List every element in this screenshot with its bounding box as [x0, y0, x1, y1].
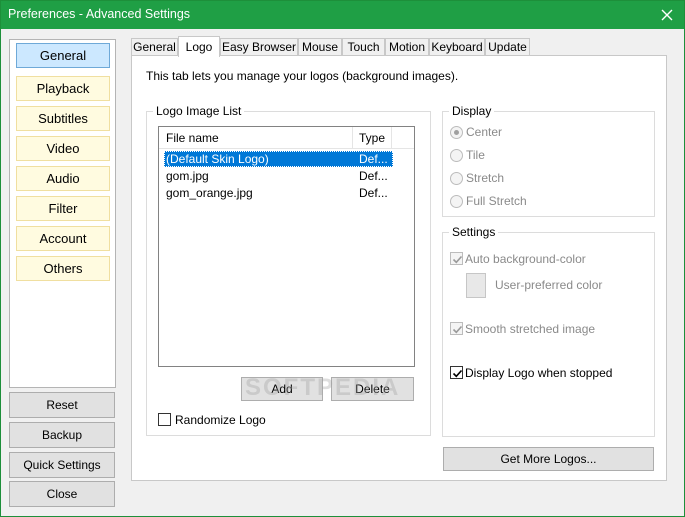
- sidebar-item-subtitles[interactable]: Subtitles: [16, 106, 110, 131]
- smooth-stretched-image-checkbox[interactable]: [450, 322, 463, 335]
- file-type: Def...: [359, 169, 388, 183]
- sidebar-item-video[interactable]: Video: [16, 136, 110, 161]
- stretch-radio[interactable]: [450, 172, 463, 185]
- tab-keyboard[interactable]: Keyboard: [429, 38, 485, 56]
- center-label: Center: [466, 125, 503, 139]
- tab-update[interactable]: Update: [485, 38, 530, 56]
- sidebar-item-general[interactable]: General: [16, 43, 110, 68]
- checkmark-icon: [452, 255, 463, 264]
- logo-list[interactable]: File name Type (Default Skin Logo) Def..…: [158, 126, 415, 367]
- sidebar-item-account[interactable]: Account: [16, 226, 110, 251]
- tab-motion[interactable]: Motion: [385, 38, 429, 56]
- category-sidebar: General Playback Subtitles Video Audio F…: [9, 39, 116, 388]
- quick-settings-button[interactable]: Quick Settings: [9, 452, 115, 478]
- title-bar[interactable]: Preferences - Advanced Settings: [1, 1, 684, 29]
- file-name: gom_orange.jpg: [166, 186, 253, 200]
- auto-background-color-label: Auto background-color: [465, 252, 586, 266]
- intro-text: This tab lets you manage your logos (bac…: [146, 69, 459, 83]
- file-type: Def...: [359, 152, 388, 166]
- checkmark-icon: [452, 369, 463, 378]
- tab-general[interactable]: General: [131, 38, 178, 56]
- auto-background-color-checkbox[interactable]: [450, 252, 463, 265]
- close-window-button[interactable]: [650, 1, 684, 29]
- list-item[interactable]: (Default Skin Logo) Def...: [164, 151, 393, 167]
- column-header-file-name[interactable]: File name: [159, 127, 353, 149]
- logo-tab-panel: This tab lets you manage your logos (bac…: [131, 55, 667, 481]
- checkmark-icon: [452, 325, 463, 334]
- smooth-stretched-image-label: Smooth stretched image: [465, 322, 596, 336]
- backup-preferences-button[interactable]: Backup Preferences: [9, 422, 115, 466]
- display-group-label: Display: [449, 104, 495, 118]
- preferences-window: Preferences - Advanced Settings General …: [0, 0, 685, 517]
- full-stretch-radio[interactable]: [450, 195, 463, 208]
- window-title: Preferences - Advanced Settings: [8, 7, 191, 21]
- column-header-type[interactable]: Type: [354, 127, 392, 149]
- logo-image-list-label: Logo Image List: [153, 104, 245, 118]
- tab-easy-browser[interactable]: Easy Browser: [220, 38, 298, 56]
- tile-radio[interactable]: [450, 149, 463, 162]
- tile-label: Tile: [466, 148, 485, 162]
- sidebar-item-audio[interactable]: Audio: [16, 166, 110, 191]
- close-icon: [661, 9, 673, 21]
- full-stretch-label: Full Stretch: [466, 194, 527, 208]
- sidebar-item-filter[interactable]: Filter: [16, 196, 110, 221]
- list-header: File name Type: [159, 127, 414, 149]
- sidebar-item-playback[interactable]: Playback: [16, 76, 110, 101]
- tab-touch[interactable]: Touch: [342, 38, 385, 56]
- center-radio[interactable]: [450, 126, 463, 139]
- radio-selected-dot: [454, 130, 459, 135]
- display-logo-when-stopped-checkbox[interactable]: [450, 366, 463, 379]
- close-button[interactable]: Close: [9, 481, 115, 507]
- display-logo-when-stopped-label: Display Logo when stopped: [465, 366, 613, 380]
- randomize-logo-checkbox[interactable]: [158, 413, 171, 426]
- delete-button[interactable]: Delete: [331, 377, 414, 401]
- add-button[interactable]: Add: [241, 377, 323, 401]
- reset-button[interactable]: Reset: [9, 392, 115, 418]
- file-type: Def...: [359, 186, 388, 200]
- list-item[interactable]: gom_orange.jpg Def...: [164, 185, 393, 201]
- stretch-label: Stretch: [466, 171, 505, 185]
- tab-mouse[interactable]: Mouse: [298, 38, 342, 56]
- sidebar-item-others[interactable]: Others: [16, 256, 110, 281]
- user-preferred-color-label: User-preferred color: [495, 278, 603, 292]
- get-more-logos-button[interactable]: Get More Logos...: [443, 447, 654, 471]
- color-swatch-button[interactable]: [466, 273, 486, 298]
- randomize-logo-label: Randomize Logo: [175, 413, 266, 427]
- file-name: (Default Skin Logo): [166, 152, 269, 166]
- file-name: gom.jpg: [166, 169, 209, 183]
- list-item[interactable]: gom.jpg Def...: [164, 168, 393, 184]
- tab-logo[interactable]: Logo: [178, 36, 220, 57]
- settings-group-label: Settings: [449, 225, 499, 239]
